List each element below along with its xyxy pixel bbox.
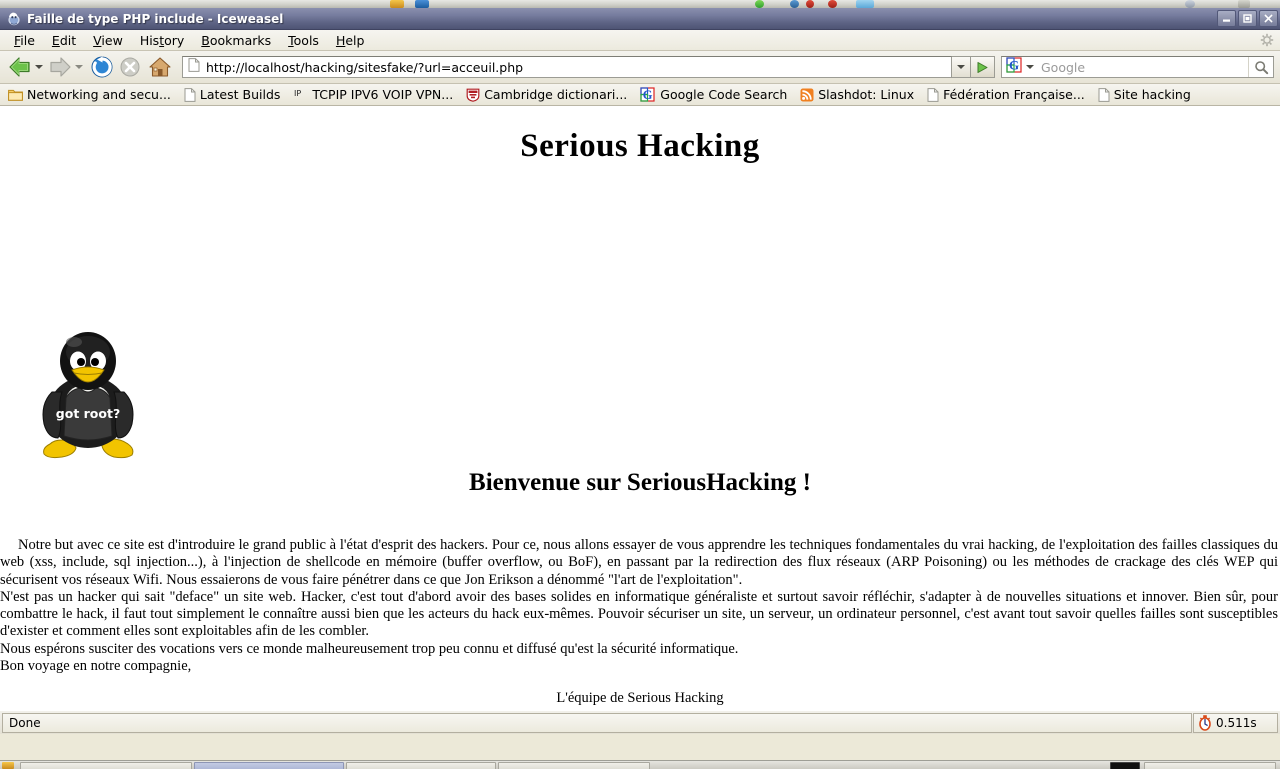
bookmark-label: Networking and secu...: [27, 87, 171, 102]
bookmark-tcpip-ipv6-voip-vpn[interactable]: IP TCPIP IPV6 VOIP VPN...: [293, 85, 453, 104]
bookmark-label: Slashdot: Linux: [818, 87, 914, 102]
forward-arrow-icon[interactable]: [46, 53, 74, 81]
page-load-time: 0.511s: [1216, 716, 1257, 730]
bookmark-networking-and-security[interactable]: Networking and secu...: [8, 85, 171, 104]
page-load-timer[interactable]: 0.511s: [1193, 713, 1278, 733]
bookmark-label: Google Code Search: [660, 87, 787, 102]
paragraph-2: N'est pas un hacker qui sait "deface" un…: [0, 589, 1278, 641]
panel-icon-8: [1185, 0, 1195, 8]
bookmark-site-hacking[interactable]: Site hacking: [1098, 85, 1191, 104]
paragraph-4: Bon voyage en notre compagnie,: [0, 658, 1278, 675]
svg-text:IP: IP: [294, 89, 301, 98]
window-title: Faille de type PHP include - Iceweasel: [27, 12, 1215, 26]
magnifier-icon[interactable]: [1248, 57, 1273, 77]
tux-shirt-text: got root?: [56, 406, 120, 421]
panel-icon-4: [790, 0, 799, 8]
google-icon: G: [640, 87, 656, 102]
browser-window: Faille de type PHP include - Iceweasel F…: [0, 8, 1280, 760]
bookmark-slashdot-linux[interactable]: Slashdot: Linux: [800, 85, 914, 104]
bookmark-label: Latest Builds: [200, 87, 281, 102]
url-dropdown-icon[interactable]: [952, 56, 971, 78]
title-bar[interactable]: Faille de type PHP include - Iceweasel: [0, 8, 1280, 30]
folder-icon: [8, 88, 23, 101]
status-bar: Done 0.511s: [0, 710, 1280, 734]
bookmark-label: Fédération Française...: [943, 87, 1085, 102]
page-viewport: Serious Hacking got root?: [0, 106, 1280, 710]
stopwatch-icon: [1197, 714, 1213, 731]
gear-icon[interactable]: [1260, 33, 1274, 52]
url-text: http://localhost/hacking/sitesfake/?url=…: [206, 60, 523, 75]
google-icon[interactable]: G: [1006, 57, 1024, 78]
status-message: Done: [2, 713, 1192, 733]
search-engine-dropdown-icon[interactable]: [1026, 64, 1034, 70]
forward-history-dropdown-icon[interactable]: [74, 64, 84, 70]
bookmark-cambridge-dictionaries[interactable]: Cambridge dictionari...: [466, 85, 627, 104]
panel-icon-5: [806, 0, 814, 8]
tux-penguin-got-root-image: got root?: [36, 326, 140, 466]
bookmark-label: Site hacking: [1114, 87, 1191, 102]
svg-text:G: G: [1009, 57, 1019, 72]
signature-line: L'équipe de Serious Hacking: [0, 690, 1280, 707]
iceweasel-icon: [6, 11, 22, 27]
document-icon: [184, 88, 196, 102]
search-input[interactable]: G Google: [1001, 56, 1274, 78]
welcome-heading: Bienvenue sur SeriousHacking !: [0, 469, 1280, 497]
panel-icon-6: [828, 0, 837, 8]
page-title: Serious Hacking: [0, 106, 1280, 165]
go-arrow-icon[interactable]: [971, 56, 995, 78]
panel-icon-3: [755, 0, 764, 8]
stop-icon[interactable]: [119, 53, 141, 81]
menu-item-help[interactable]: Help: [328, 32, 374, 49]
ip-text-icon: IP: [293, 88, 308, 101]
menu-item-view[interactable]: View: [85, 32, 132, 49]
bookmarks-toolbar: Networking and secu... Latest Builds IP …: [0, 84, 1280, 106]
panel-icon-1: [390, 0, 404, 8]
minimize-button[interactable]: [1217, 10, 1236, 27]
menu-item-file[interactable]: File: [6, 32, 44, 49]
url-input[interactable]: http://localhost/hacking/sitesfake/?url=…: [182, 56, 952, 78]
menu-item-history[interactable]: History: [132, 32, 193, 49]
document-icon: [1098, 88, 1110, 102]
menu-item-edit[interactable]: Edit: [44, 32, 85, 49]
close-button[interactable]: [1259, 10, 1278, 27]
home-icon[interactable]: [148, 53, 172, 81]
back-arrow-icon[interactable]: [6, 53, 34, 81]
document-icon: [927, 88, 939, 102]
bookmark-latest-builds[interactable]: Latest Builds: [184, 85, 281, 104]
panel-icon-7: [856, 0, 874, 8]
document-icon: [188, 58, 200, 77]
navigation-toolbar: http://localhost/hacking/sitesfake/?url=…: [0, 51, 1280, 84]
menu-item-bookmarks[interactable]: Bookmarks: [193, 32, 280, 49]
paragraph-1: Notre but avec ce site est d'introduire …: [0, 537, 1278, 589]
rss-icon: [800, 88, 814, 102]
svg-text:G: G: [643, 88, 653, 102]
search-placeholder: Google: [1037, 60, 1248, 75]
panel-icon-2: [415, 0, 429, 8]
bookmark-google-code-search[interactable]: G Google Code Search: [640, 85, 787, 104]
menu-item-tools[interactable]: Tools: [280, 32, 328, 49]
bookmark-federation-francaise[interactable]: Fédération Française...: [927, 85, 1085, 104]
bookmark-label: Cambridge dictionari...: [484, 87, 627, 102]
reload-icon[interactable]: [90, 53, 114, 81]
maximize-button[interactable]: [1238, 10, 1257, 27]
article-body: Notre but avec ce site est d'introduire …: [0, 537, 1278, 675]
menu-bar: File Edit View History Bookmarks Tools H…: [0, 30, 1280, 51]
back-history-dropdown-icon[interactable]: [34, 64, 44, 70]
panel-icon-9: [1238, 0, 1250, 8]
bookmark-label: TCPIP IPV6 VOIP VPN...: [312, 87, 453, 102]
cambridge-shield-icon: [466, 88, 480, 102]
paragraph-3: Nous espérons susciter des vocations ver…: [0, 641, 1278, 658]
